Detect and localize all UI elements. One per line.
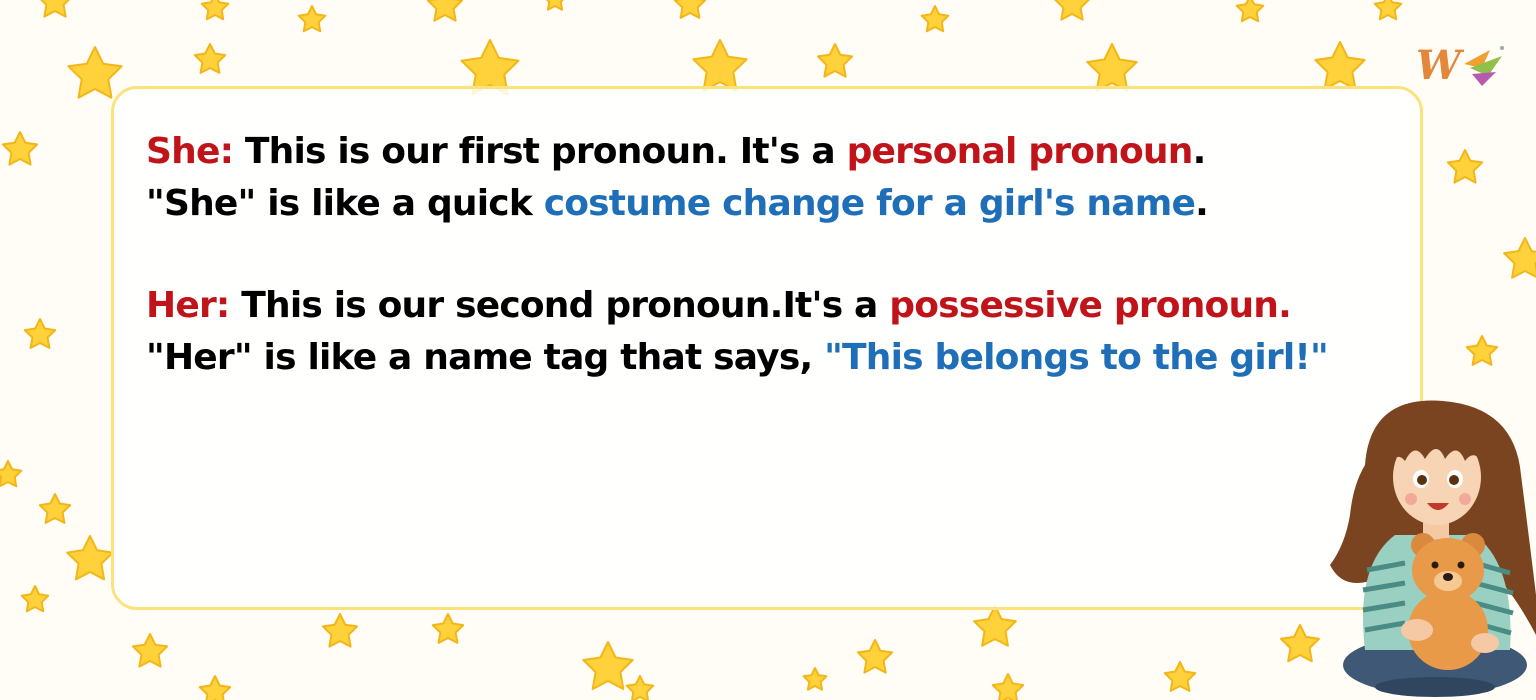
her-line-1: Her: This is our second pronoun.It's a p… bbox=[146, 280, 1436, 332]
star-icon bbox=[1, 131, 39, 166]
star-icon bbox=[920, 5, 950, 33]
star-icon bbox=[131, 633, 169, 668]
star-icon bbox=[67, 46, 123, 99]
star-icon bbox=[20, 585, 50, 613]
star-icon bbox=[582, 641, 634, 690]
star-icon bbox=[1054, 0, 1090, 21]
star-icon bbox=[297, 5, 327, 33]
star-icon bbox=[1503, 237, 1536, 279]
paragraph-she: She: This is our first pronoun. It's a p… bbox=[146, 126, 1436, 230]
highlight-belongs-to-girl: "This belongs to the girl!" bbox=[824, 337, 1329, 378]
star-icon bbox=[625, 675, 655, 700]
star-icon bbox=[1446, 149, 1484, 184]
star-icon bbox=[1373, 0, 1403, 21]
star-icon bbox=[38, 493, 72, 524]
highlight-costume-change: costume change for a girl's name bbox=[543, 183, 1196, 224]
star-icon bbox=[1086, 43, 1138, 92]
star-icon bbox=[692, 39, 748, 92]
star-icon bbox=[1465, 335, 1499, 366]
she-line-2-end: . bbox=[1195, 183, 1209, 224]
highlight-possessive-pronoun: possessive pronoun. bbox=[889, 285, 1292, 326]
star-icon bbox=[198, 675, 232, 700]
star-icon bbox=[991, 673, 1025, 700]
star-icon bbox=[1314, 41, 1366, 90]
girl-with-teddy-bear-icon bbox=[1330, 400, 1536, 697]
paragraph-her: Her: This is our second pronoun.It's a p… bbox=[146, 280, 1436, 384]
star-icon bbox=[426, 0, 464, 22]
star-icon bbox=[545, 0, 565, 11]
her-line-2: "Her" is like a name tag that says, "Thi… bbox=[146, 332, 1436, 384]
highlight-personal-pronoun: personal pronoun bbox=[846, 131, 1194, 172]
star-icon bbox=[0, 460, 23, 488]
star-icon bbox=[673, 0, 707, 19]
keyword-her: Her: bbox=[146, 285, 230, 326]
star-icon bbox=[1235, 0, 1265, 23]
star-icon bbox=[816, 43, 854, 78]
she-line-1-end: . bbox=[1192, 131, 1207, 172]
star-icon bbox=[23, 318, 57, 349]
star-icon bbox=[193, 43, 227, 74]
star-icon bbox=[40, 0, 70, 18]
star-icon bbox=[1163, 661, 1197, 692]
her-line-2-text: "Her" is like a name tag that says, bbox=[146, 337, 825, 378]
star-icon bbox=[200, 0, 230, 21]
she-line-2: "She" is like a quick costume change for… bbox=[146, 178, 1436, 230]
star-icon bbox=[802, 667, 828, 691]
star-icon bbox=[1280, 624, 1320, 663]
star-icon bbox=[321, 613, 359, 648]
keyword-she: She: bbox=[146, 131, 234, 172]
she-line-2-text: "She" is like a quick bbox=[146, 183, 544, 224]
she-line-1-text: This is our first pronoun. It's a bbox=[233, 131, 847, 172]
she-line-1: She: This is our first pronoun. It's a p… bbox=[146, 126, 1436, 178]
w-logo-icon: W bbox=[1412, 42, 1508, 94]
her-line-1-text: This is our second pronoun.It's a bbox=[229, 285, 890, 326]
star-icon bbox=[66, 535, 114, 581]
star-icon bbox=[856, 639, 894, 674]
star-icon bbox=[431, 613, 465, 644]
star-icon bbox=[973, 605, 1017, 647]
